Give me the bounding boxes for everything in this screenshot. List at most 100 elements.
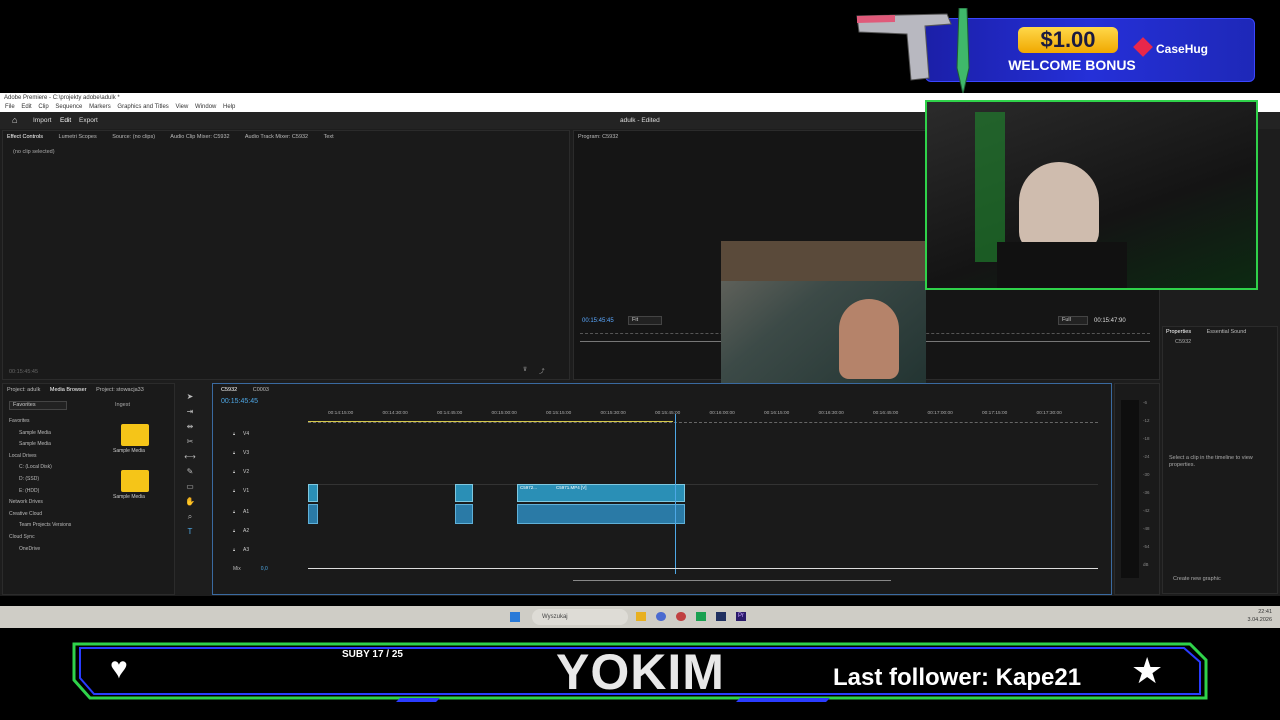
tree-item[interactable]: Creative Cloud [9, 509, 104, 521]
tab-sequence-c5932[interactable]: C5932 [221, 387, 237, 393]
tab-audio-clip-mixer[interactable]: Audio Clip Mixer: C5932 [170, 134, 229, 140]
track-header[interactable]: V2 🔒︎ [213, 466, 308, 480]
edit-tab[interactable]: Edit [60, 112, 71, 129]
audio-clip[interactable] [308, 504, 318, 524]
hand-tool-icon[interactable]: ✋ [180, 494, 200, 509]
fit-dropdown[interactable]: Fit [628, 316, 662, 325]
tree-item[interactable]: D: (SSD) [9, 474, 104, 486]
pen-tool-icon[interactable]: ✎ [180, 464, 200, 479]
quality-dropdown[interactable]: Full [1058, 316, 1088, 325]
timeline-timecode: 00:15:45:45 [221, 398, 258, 405]
tree-item[interactable]: Sample Media [9, 439, 104, 451]
tab-project-adulk[interactable]: Project: adulk [7, 387, 40, 393]
file-tree: Favorites Sample Media Sample Media Local D… [9, 416, 104, 555]
meter-tick: -54 [1143, 544, 1150, 549]
tab-sequence-c0003[interactable]: C0003 [253, 387, 269, 393]
start-icon[interactable] [510, 612, 520, 622]
zoom-tool-icon[interactable]: ⌕ [180, 509, 200, 524]
track-label: A3 [243, 547, 250, 553]
tab-effect-controls[interactable]: Effect Controls [7, 134, 43, 140]
lock-icon[interactable]: 🔒︎ [233, 469, 235, 474]
app-icon[interactable] [676, 612, 686, 621]
tree-item[interactable]: Favorites [9, 416, 104, 428]
import-tab[interactable]: Import [33, 112, 51, 129]
mix-value[interactable]: 0,0 [261, 566, 268, 572]
chrome-icon[interactable] [656, 612, 666, 621]
export-frame-icon[interactable]: ⤴ [539, 367, 545, 375]
properties-tabs: Properties Essential Sound [1166, 327, 1260, 337]
folder-icon[interactable] [121, 470, 149, 492]
type-tool-icon[interactable]: T [180, 524, 200, 539]
selection-tool-icon[interactable]: ➤ [180, 389, 200, 404]
video-clip[interactable]: C5972... C5971.MP4 [V] [517, 484, 685, 502]
tree-item[interactable]: Local Drives [9, 451, 104, 463]
app-icon[interactable] [696, 612, 706, 621]
lock-icon[interactable]: 🔒︎ [233, 488, 235, 493]
audio-clip[interactable] [517, 504, 685, 524]
tab-project-stowacja[interactable]: Project: stowacja33 [96, 387, 144, 393]
menu-view[interactable]: View [175, 104, 188, 110]
timeline-ruler[interactable]: 00:14:15:00 00:14:30:00 00:14:45:00 00:15:0… [308, 411, 1098, 421]
track-header[interactable]: A3 🔒︎ [213, 544, 308, 558]
meter-tick: -24 [1143, 454, 1150, 459]
lock-icon[interactable]: 🔒︎ [233, 528, 235, 533]
tree-item[interactable]: Sample Media [9, 428, 104, 440]
tab-lumetri-scopes[interactable]: Lumetri Scopes [59, 134, 97, 140]
menu-window[interactable]: Window [195, 104, 216, 110]
tree-item[interactable]: Cloud Sync [9, 532, 104, 544]
rectangle-tool-icon[interactable]: ▭ [180, 479, 200, 494]
tab-media-browser[interactable]: Media Browser [50, 387, 87, 393]
create-graphic-button[interactable]: Create new graphic [1173, 576, 1221, 582]
menu-markers[interactable]: Markers [89, 104, 111, 110]
menu-help[interactable]: Help [223, 104, 235, 110]
filter-icon[interactable]: ⊽ [523, 367, 527, 373]
track-header[interactable]: V3 🔒︎ [213, 447, 308, 461]
tree-item[interactable]: OneDrive [9, 544, 104, 556]
favorites-dropdown[interactable]: Favorites [9, 401, 67, 410]
ruler-label: 00:16:45:00 [873, 411, 899, 416]
menu-file[interactable]: File [5, 104, 15, 110]
video-clip[interactable] [455, 484, 473, 502]
track-header[interactable]: V4 🔒︎ [213, 428, 308, 442]
slip-tool-icon[interactable]: ⟷ [180, 449, 200, 464]
audio-clip[interactable] [455, 504, 473, 524]
track-header[interactable]: V1 🔒︎ [213, 485, 308, 499]
ingest-checkbox[interactable]: Ingest [115, 402, 130, 408]
tab-properties[interactable]: Properties [1166, 329, 1191, 335]
explorer-icon[interactable] [636, 612, 646, 621]
tree-item[interactable]: Team Projects Versions [9, 520, 104, 532]
export-tab[interactable]: Export [79, 112, 98, 129]
program-tab[interactable]: Program: C5932 [578, 132, 618, 142]
menu-edit[interactable]: Edit [21, 104, 31, 110]
steam-icon[interactable] [716, 612, 726, 621]
tab-text[interactable]: Text [324, 134, 334, 140]
menu-sequence[interactable]: Sequence [55, 104, 82, 110]
ripple-tool-icon[interactable]: ⇹ [180, 419, 200, 434]
lock-icon[interactable]: 🔒︎ [233, 450, 235, 455]
premiere-icon[interactable]: Pr [736, 612, 746, 621]
lock-icon[interactable]: 🔒︎ [233, 547, 235, 552]
work-area-bar[interactable] [308, 421, 673, 422]
tab-audio-track-mixer[interactable]: Audio Track Mixer: C5932 [245, 134, 308, 140]
track-header[interactable]: A1 🔒︎ [213, 506, 308, 520]
menu-clip[interactable]: Clip [38, 104, 48, 110]
tab-source[interactable]: Source: (no clips) [112, 134, 155, 140]
tree-item[interactable]: E: (HDD) [9, 486, 104, 498]
menu-graphics[interactable]: Graphics and Titles [117, 104, 168, 110]
playhead[interactable] [675, 414, 676, 574]
home-icon[interactable]: ⌂ [12, 112, 17, 129]
folder-icon[interactable] [121, 424, 149, 446]
mix-track[interactable]: Mix 0,0 [233, 566, 268, 572]
taskbar-search[interactable]: Wyszukaj [532, 609, 628, 625]
lock-icon[interactable]: 🔒︎ [233, 509, 235, 514]
video-clip[interactable] [308, 484, 318, 502]
track-select-tool-icon[interactable]: ⇥ [180, 404, 200, 419]
razor-tool-icon[interactable]: ✂ [180, 434, 200, 449]
tab-essential-sound[interactable]: Essential Sound [1207, 329, 1247, 335]
tree-item[interactable]: Network Drives [9, 497, 104, 509]
track-header[interactable]: A2 🔒︎ [213, 525, 308, 539]
lock-icon[interactable]: 🔒︎ [233, 431, 235, 436]
tree-item[interactable]: C: (Local Disk) [9, 462, 104, 474]
timeline-scrollbar[interactable] [573, 580, 891, 581]
window-title: Adobe Premiere - C:\projekty adobe\adulk… [4, 95, 120, 101]
